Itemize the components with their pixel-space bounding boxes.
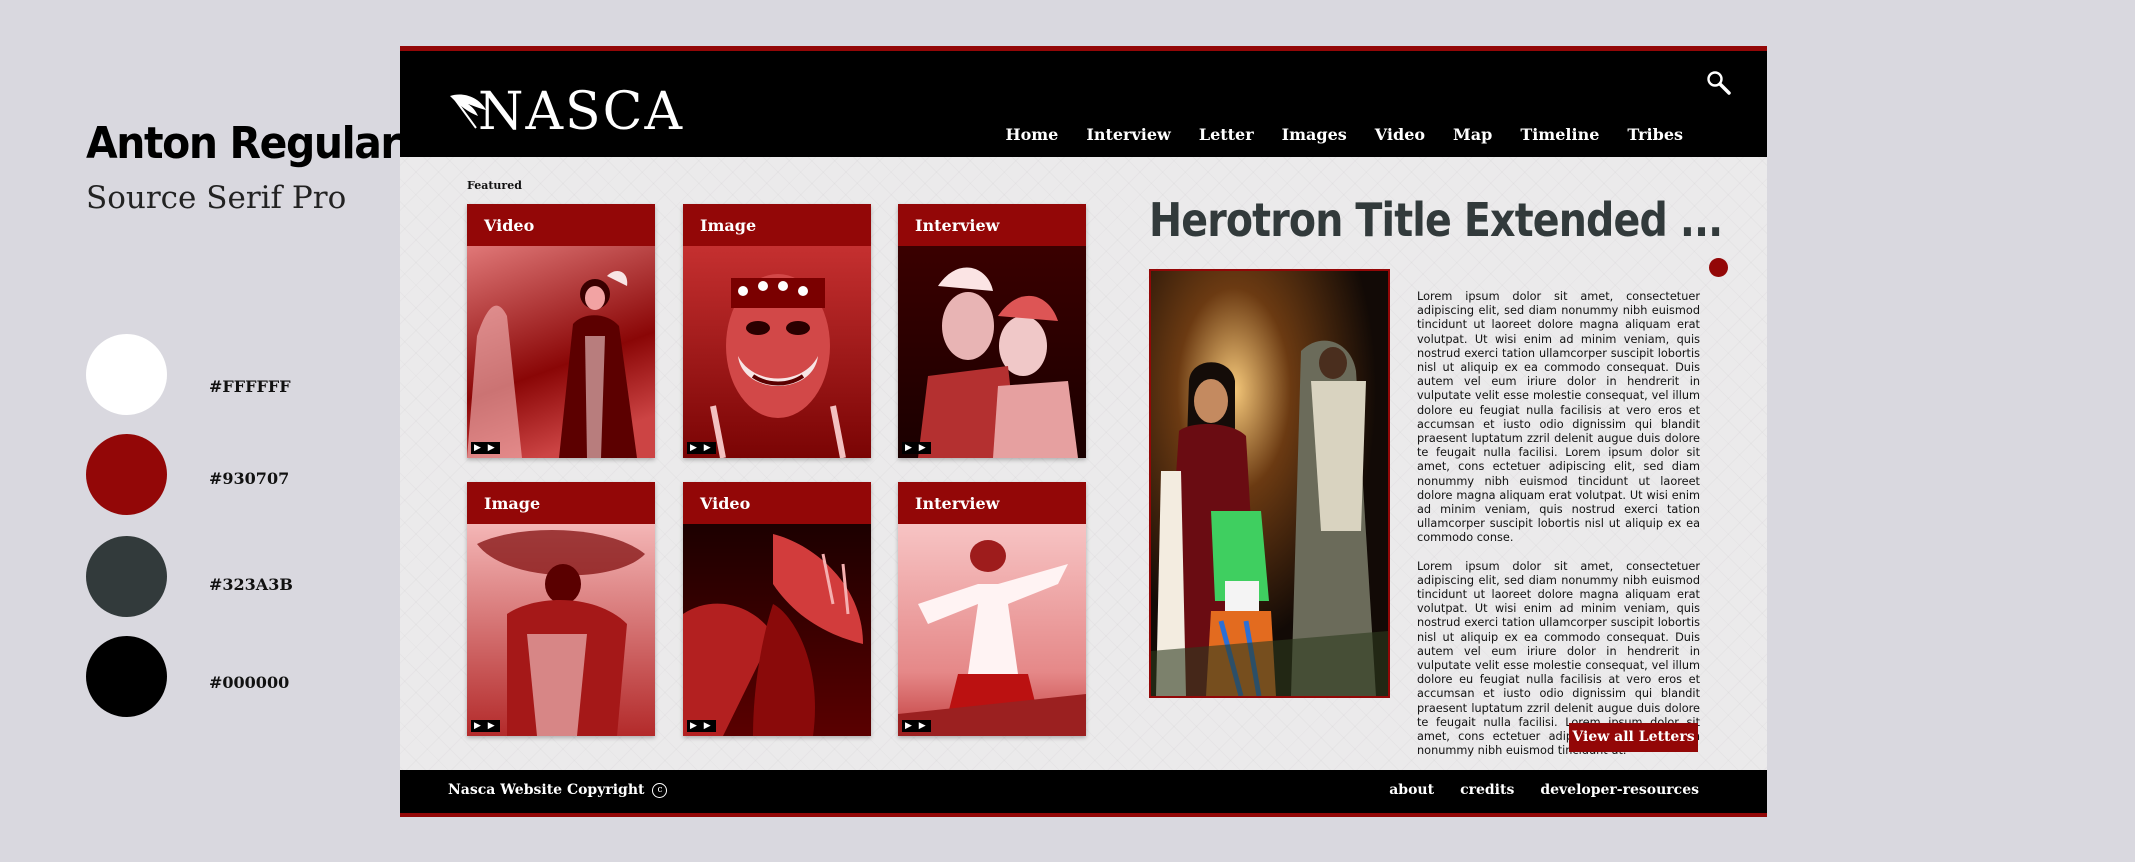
swatch-black (86, 636, 167, 717)
swatch-label-red: #930707 (209, 469, 290, 488)
play-icon: ▶ ▶ (471, 720, 500, 732)
featured-card-interview-1[interactable]: Interview ▶ ▶ (898, 204, 1086, 458)
swatch-label-black: #000000 (209, 673, 290, 692)
play-icon: ▶ ▶ (902, 442, 931, 454)
nav-images[interactable]: Images (1282, 125, 1347, 144)
swatch-white (86, 334, 167, 415)
card-type-label: Image (467, 482, 655, 524)
card-image: ▶ ▶ (683, 246, 871, 458)
footer-link-developer-resources[interactable]: developer-resources (1540, 782, 1699, 798)
featured-card-video-1[interactable]: Video ▶ ▶ (467, 204, 655, 458)
nav-interview[interactable]: Interview (1086, 125, 1170, 144)
carousel-indicator-dot[interactable] (1709, 258, 1728, 277)
nav-letter[interactable]: Letter (1199, 125, 1254, 144)
featured-card-interview-2[interactable]: Interview ▶ ▶ (898, 482, 1086, 736)
elders-image (918, 267, 1078, 458)
card-type-label: Video (467, 204, 655, 246)
nav-timeline[interactable]: Timeline (1520, 125, 1599, 144)
logo-text: NASCA (478, 82, 685, 142)
hero-image (1149, 269, 1390, 698)
powwow-photo (1151, 271, 1388, 696)
face-paint-image (710, 274, 846, 458)
card-image: ▶ ▶ (898, 524, 1086, 736)
footer-links: about credits developer-resources (1363, 782, 1699, 798)
swatch-label-dark-gray: #323A3B (209, 575, 293, 594)
featured-card-image-2[interactable]: Image ▶ ▶ (467, 482, 655, 736)
hero-body: Lorem ipsum dolor sit amet, consectetuer… (1417, 290, 1700, 773)
card-image: ▶ ▶ (898, 246, 1086, 458)
font-sample-anton: Anton Regular (86, 118, 401, 169)
footer-link-credits[interactable]: credits (1460, 782, 1514, 798)
featured-card-image-1[interactable]: Image ▶ ▶ (683, 204, 871, 458)
footer-link-about[interactable]: about (1389, 782, 1434, 798)
view-all-letters-button[interactable]: View all Letters (1569, 723, 1698, 752)
nav-tribes[interactable]: Tribes (1627, 125, 1683, 144)
play-icon: ▶ ▶ (687, 720, 716, 732)
swatch-dark-gray (86, 536, 167, 617)
swatch-red (86, 434, 167, 515)
copyright-text: Nasca Website Copyright (448, 782, 645, 798)
hero-paragraph-1: Lorem ipsum dolor sit amet, consectetuer… (1417, 290, 1700, 545)
outdoor-dancer-image (898, 540, 1086, 736)
play-icon: ▶ ▶ (902, 720, 931, 732)
nav-map[interactable]: Map (1453, 125, 1492, 144)
card-type-label: Video (683, 482, 871, 524)
hero-title: Herotron Title Extended ... (1149, 193, 1723, 247)
play-icon: ▶ ▶ (687, 442, 716, 454)
card-image: ▶ ▶ (467, 524, 655, 736)
card-type-label: Interview (898, 204, 1086, 246)
font-sample-source-serif: Source Serif Pro (86, 180, 347, 216)
nav-video[interactable]: Video (1375, 125, 1425, 144)
main-nav: Home Interview Letter Images Video Map T… (977, 125, 1683, 144)
featured-label: Featured (467, 179, 522, 192)
card-image: ▶ ▶ (467, 246, 655, 458)
card-image: ▶ ▶ (683, 524, 871, 736)
site-footer: Nasca Website Copyright c about credits … (400, 770, 1767, 813)
copyright: Nasca Website Copyright c (448, 782, 668, 798)
dancer-girl-image (467, 271, 637, 458)
swatch-label-white: #FFFFFF (209, 377, 291, 396)
feather-dancer-image (477, 530, 645, 736)
site-header: NASCA Home Interview Letter Images Video… (400, 51, 1767, 157)
play-icon: ▶ ▶ (471, 442, 500, 454)
card-type-label: Image (683, 204, 871, 246)
bustle-dancer-image (683, 534, 863, 736)
card-type-label: Interview (898, 482, 1086, 524)
logo[interactable]: NASCA (448, 82, 685, 142)
search-icon[interactable] (1705, 69, 1733, 97)
website-mockup: NASCA Home Interview Letter Images Video… (400, 46, 1767, 817)
style-guide: Anton Regular Source Serif Pro (86, 118, 401, 216)
nav-home[interactable]: Home (1005, 125, 1058, 144)
copyright-icon: c (652, 782, 668, 798)
featured-card-video-2[interactable]: Video ▶ ▶ (683, 482, 871, 736)
